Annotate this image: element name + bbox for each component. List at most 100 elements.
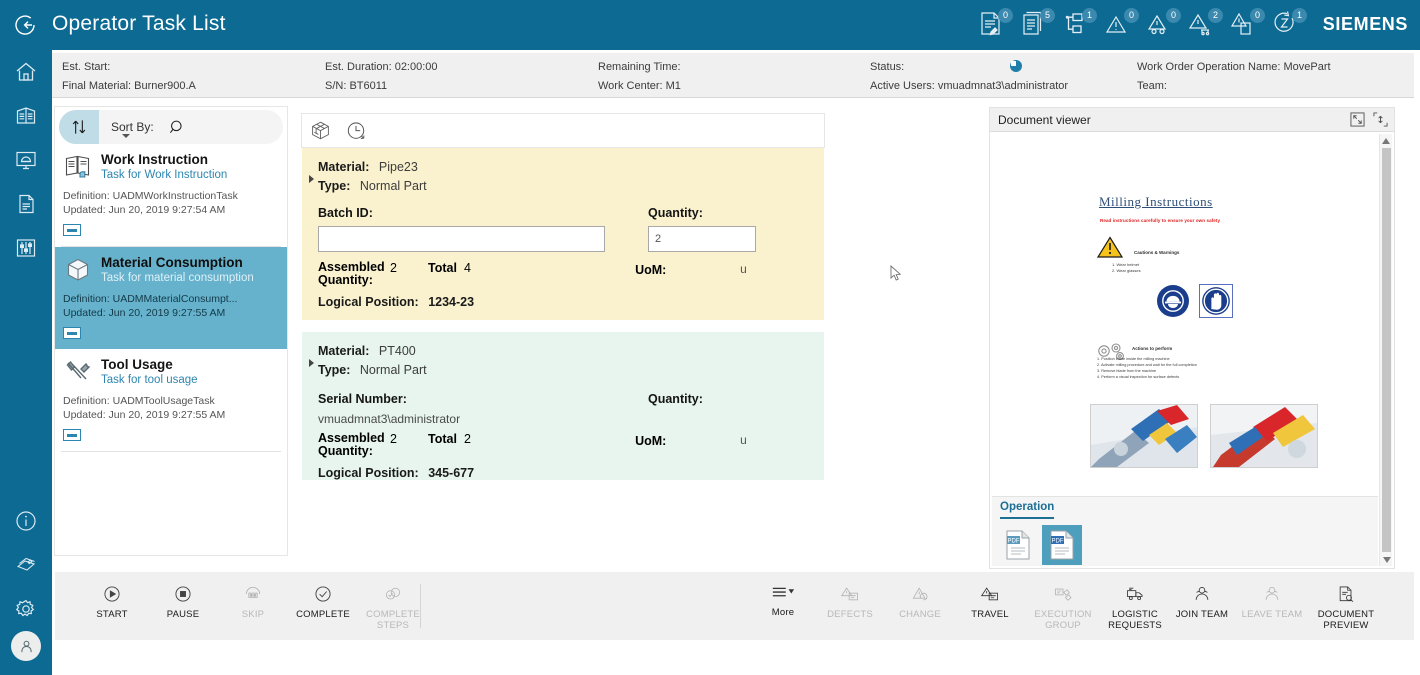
task-definition: Definition: UADMWorkInstructionTask	[63, 189, 279, 203]
task-status-chip[interactable]	[63, 429, 81, 441]
start-button[interactable]: START	[77, 576, 147, 634]
sidebar-item-settings[interactable]	[0, 587, 52, 631]
document-preview-button[interactable]: DOCUMENT PREVIEW	[1307, 576, 1385, 634]
history-clock-icon[interactable]	[345, 120, 367, 142]
document-thumbnails: PDF PDF	[998, 525, 1082, 565]
material-label: Material:	[318, 160, 369, 174]
quantity-label: Quantity:	[648, 206, 756, 220]
task-definition: Definition: UADMMaterialConsumpt...	[63, 292, 279, 306]
badge-count: 5	[1040, 8, 1055, 23]
material-cube-icon	[63, 255, 93, 285]
cycle-timer-icon[interactable]: 1	[1272, 9, 1302, 41]
fullscreen-icon[interactable]	[1373, 112, 1388, 127]
change-label: CHANGE	[899, 609, 941, 620]
scrollbar-thumb[interactable]	[1382, 148, 1391, 552]
alert-vehicle-icon[interactable]: 0	[1146, 9, 1176, 41]
leave-team-button[interactable]: LEAVE TEAM	[1237, 576, 1307, 634]
cube-3d-icon[interactable]	[310, 120, 331, 141]
alert-triangle-icon[interactable]: 0	[1104, 9, 1134, 41]
skip-label: SKIP	[242, 609, 264, 620]
total-value: 2	[464, 432, 471, 446]
logistic-requests-label: LOGISTIC REQUESTS	[1097, 609, 1173, 631]
material-value: Pipe23	[379, 160, 418, 174]
tool-usage-icon	[63, 357, 93, 387]
task-updated: Updated: Jun 20, 2019 9:27:54 AM	[63, 203, 279, 217]
remaining-time-label: Remaining Time:	[598, 61, 681, 73]
chevron-right-icon[interactable]	[309, 359, 314, 367]
avatar[interactable]	[11, 631, 41, 661]
task-status-chip[interactable]	[63, 224, 81, 236]
chevron-down-icon	[122, 134, 130, 138]
quantity-input[interactable]: 2	[648, 226, 756, 252]
sort-arrows-icon[interactable]	[59, 110, 99, 144]
badge-count: 0	[998, 8, 1013, 23]
document-list-icon[interactable]: 5	[1020, 9, 1050, 41]
travel-button[interactable]: TRAVEL	[955, 576, 1025, 634]
sidebar-item-parameters[interactable]	[0, 226, 52, 270]
workflow-node-icon[interactable]: 1	[1062, 9, 1092, 41]
est-start-label: Est. Start:	[62, 61, 110, 73]
pause-label: PAUSE	[167, 609, 200, 620]
list-item[interactable]: Work Instruction Task for Work Instructi…	[55, 144, 287, 246]
logistic-requests-button[interactable]: LOGISTIC REQUESTS	[1097, 576, 1173, 634]
top-header-bar: Operator Task List 0 5	[0, 0, 1420, 50]
tab-operation[interactable]: Operation	[1000, 501, 1054, 519]
expand-icon[interactable]	[1350, 112, 1365, 127]
defects-button[interactable]: DEFECTS	[815, 576, 885, 634]
task-list-panel: Sort By: Wor	[55, 107, 287, 555]
sidebar-item-layers[interactable]	[0, 543, 52, 587]
complete-button[interactable]: COMPLETE	[288, 576, 358, 634]
document-preview-label: DOCUMENT PREVIEW	[1307, 609, 1385, 631]
logical-position-label: Logical Position:	[318, 295, 419, 309]
pdf-thumbnail[interactable]: PDF	[998, 525, 1038, 565]
pause-button[interactable]: PAUSE	[148, 576, 218, 634]
more-button[interactable]: More	[748, 576, 818, 634]
final-material-value: Final Material: Burner900.A	[62, 80, 196, 92]
sidebar-item-shop-floor[interactable]	[0, 138, 52, 182]
sidebar-item-info[interactable]	[0, 499, 52, 543]
chevron-right-icon[interactable]	[309, 175, 314, 183]
skip-button[interactable]: SKIP	[218, 576, 288, 634]
info-col-operation: Work Order Operation Name: MovePart Team…	[1137, 53, 1412, 98]
list-item[interactable]: Tool Usage Task for tool usage Definitio…	[55, 349, 287, 451]
search-icon[interactable]	[168, 118, 187, 137]
total-label: Total	[428, 432, 457, 446]
document-page[interactable]: Milling Instructions Read instructions c…	[992, 134, 1378, 496]
alert-cart-icon[interactable]: 2	[1188, 9, 1218, 41]
alert-document-icon[interactable]: 0	[1230, 9, 1260, 41]
uom-label: UoM:	[635, 434, 666, 448]
actions-list: 1. Position blade inside the milling mac…	[1097, 356, 1197, 380]
document-scrollbar[interactable]	[1379, 134, 1392, 566]
info-col-status: Status: Active Users: vmuadmnat3\adminis…	[870, 53, 1170, 98]
task-status-chip[interactable]	[63, 327, 81, 339]
header-icon-group: 0 5 1	[978, 6, 1302, 44]
complete-steps-button[interactable]: COMPLETE STEPS	[358, 576, 428, 634]
operation-name-value: Work Order Operation Name: MovePart	[1137, 61, 1331, 73]
change-button[interactable]: CHANGE	[885, 576, 955, 634]
batch-id-input[interactable]	[318, 226, 605, 252]
scroll-up-arrow[interactable]	[1380, 134, 1392, 147]
svg-text:PDF: PDF	[1052, 538, 1064, 544]
task-meta: Definition: UADMToolUsageTask Updated: J…	[63, 394, 279, 422]
divider	[61, 451, 281, 452]
action-toolbar: START PAUSE SKIP COMPLETE	[55, 572, 1414, 640]
back-arrow-icon[interactable]	[11, 11, 39, 44]
scroll-down-arrow[interactable]	[1380, 553, 1393, 566]
pdf-thumbnail[interactable]: PDF	[1042, 525, 1082, 565]
document-heading: Milling Instructions	[1099, 194, 1213, 210]
sidebar-item-home[interactable]	[0, 50, 52, 94]
sort-by-text: Sort By:	[111, 120, 154, 134]
work-order-icon[interactable]: 0	[978, 9, 1008, 41]
sort-by-label[interactable]: Sort By:	[111, 120, 154, 134]
info-col-remaining: Remaining Time: Work Center: M1	[598, 53, 858, 98]
join-team-button[interactable]: JOIN TEAM	[1167, 576, 1237, 634]
execution-group-button[interactable]: EXECUTION GROUP	[1025, 576, 1101, 634]
badge-count: 0	[1250, 8, 1265, 23]
execution-group-label: EXECUTION GROUP	[1025, 609, 1101, 631]
sidebar-item-report[interactable]	[0, 182, 52, 226]
list-item[interactable]: Material Consumption Task for material c…	[55, 247, 287, 349]
document-photos	[1090, 404, 1318, 468]
mouse-cursor	[890, 265, 902, 287]
assembled-quantity-value: 2	[390, 432, 397, 446]
sidebar-item-documents[interactable]	[0, 94, 52, 138]
